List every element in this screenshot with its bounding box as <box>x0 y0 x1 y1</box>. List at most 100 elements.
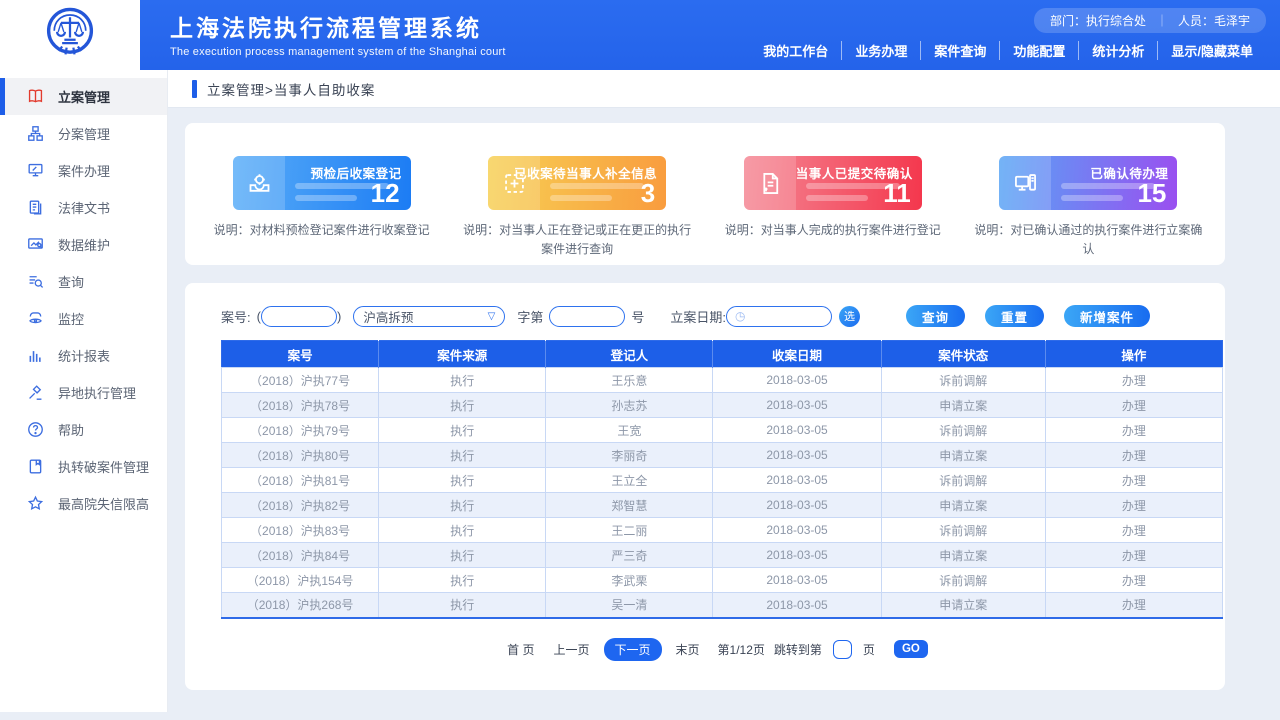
stat-card-confirmed-pending-button[interactable]: 已确认待办理 15 <box>999 156 1177 210</box>
date-pick-button[interactable]: 选 <box>839 306 860 327</box>
cell-registrant: 李丽奇 <box>546 443 713 468</box>
top-nav-item[interactable]: 统计分析 <box>1078 41 1157 60</box>
cell-status: 申请立案 <box>881 493 1045 518</box>
cell-registrant: 郑智慧 <box>546 493 713 518</box>
cell-case-no: （2018）沪执81号 <box>222 468 379 493</box>
breadcrumb-band: 立案管理>当事人自助收案 <box>168 70 1280 108</box>
stat-description: 说明：对材料预检登记案件进行收案登记 <box>206 221 438 240</box>
sidebar-item-case-filing[interactable]: 立案管理 <box>0 78 167 115</box>
handle-link[interactable]: 办理 <box>1045 418 1222 443</box>
sidebar-item-statistics-report[interactable]: 统计报表 <box>0 337 167 374</box>
sidebar-item-label: 查询 <box>58 272 84 291</box>
inbox-target-icon <box>246 170 273 197</box>
sidebar-item-legal-documents[interactable]: 法律文书 <box>0 189 167 226</box>
cell-date: 2018-03-05 <box>713 443 881 468</box>
reset-button[interactable]: 重置 <box>985 305 1044 327</box>
cell-registrant: 孙志苏 <box>546 393 713 418</box>
cell-source: 执行 <box>379 418 546 443</box>
handle-link[interactable]: 办理 <box>1045 593 1222 618</box>
table-row: （2018）沪执84号 执行 严三奇 2018-03-05 申请立案 办理 <box>222 543 1223 568</box>
stat-card-submitted-pending-button[interactable]: 当事人已提交待确认 11 <box>744 156 922 210</box>
sidebar-item-help[interactable]: 帮助 <box>0 411 167 448</box>
handle-link[interactable]: 办理 <box>1045 568 1222 593</box>
handle-link[interactable]: 办理 <box>1045 468 1222 493</box>
sidebar-item-label: 法律文书 <box>58 198 110 217</box>
add-case-button[interactable]: 新增案件 <box>1064 305 1150 327</box>
cell-source: 执行 <box>379 493 546 518</box>
cell-status: 诉前调解 <box>881 368 1045 393</box>
cell-date: 2018-03-05 <box>713 593 881 618</box>
handle-link[interactable]: 办理 <box>1045 368 1222 393</box>
cell-case-no: （2018）沪执80号 <box>222 443 379 468</box>
app-title: 上海法院执行流程管理系统 <box>170 9 506 43</box>
sidebar-item-case-handling[interactable]: 案件办理 <box>0 152 167 189</box>
top-nav-item[interactable]: 我的工作台 <box>750 41 841 60</box>
last-page-link[interactable]: 末页 <box>671 638 705 661</box>
search-button[interactable]: 查询 <box>906 305 965 327</box>
filing-date-input[interactable]: ◷ <box>726 306 832 327</box>
top-nav-item[interactable]: 显示/隐藏菜单 <box>1157 41 1266 60</box>
sidebar-item-label: 分案管理 <box>58 124 110 143</box>
sidebar-item-label: 监控 <box>58 309 84 328</box>
sidebar-item-bankruptcy-transfer[interactable]: 执转破案件管理 <box>0 448 167 485</box>
cell-status: 申请立案 <box>881 593 1045 618</box>
prev-page-link[interactable]: 上一页 <box>549 638 595 661</box>
cell-case-no: （2018）沪执79号 <box>222 418 379 443</box>
breadcrumb: 立案管理>当事人自助收案 <box>207 79 375 99</box>
top-nav-item[interactable]: 业务办理 <box>841 41 920 60</box>
star-icon <box>26 494 45 513</box>
sidebar-item-remote-execution[interactable]: 异地执行管理 <box>0 374 167 411</box>
case-list-panel: 案号: ( ) 沪高拆预 ▽ 字第 号 立案日期: ◷ 选 查询 重置 新增 <box>185 283 1225 690</box>
next-page-button[interactable]: 下一页 <box>604 638 662 661</box>
table-row: （2018）沪执82号 执行 郑智慧 2018-03-05 申请立案 办理 <box>222 493 1223 518</box>
table-row: （2018）沪执81号 执行 王立全 2018-03-05 诉前调解 办理 <box>222 468 1223 493</box>
search-list-icon <box>26 272 45 291</box>
cell-date: 2018-03-05 <box>713 418 881 443</box>
zi-di-label: 字第 <box>517 307 543 326</box>
handle-link[interactable]: 办理 <box>1045 443 1222 468</box>
sidebar-item-case-assignment[interactable]: 分案管理 <box>0 115 167 152</box>
sidebar-item-data-maintenance[interactable]: 数据维护 <box>0 226 167 263</box>
sidebar-item-label: 立案管理 <box>58 87 110 106</box>
handle-link[interactable]: 办理 <box>1045 543 1222 568</box>
court-code-select[interactable]: 沪高拆预 ▽ <box>353 306 505 327</box>
cell-source: 执行 <box>379 443 546 468</box>
handle-link[interactable]: 办理 <box>1045 518 1222 543</box>
stat-card-pre-check-button[interactable]: 预检后收案登记 12 <box>233 156 411 210</box>
case-no-label: 案号: <box>221 307 251 326</box>
cell-case-no: （2018）沪执84号 <box>222 543 379 568</box>
case-no-year-input[interactable] <box>261 306 337 327</box>
first-page-link[interactable]: 首 页 <box>502 638 539 661</box>
sidebar-item-query[interactable]: 查询 <box>0 263 167 300</box>
cell-case-no: （2018）沪执78号 <box>222 393 379 418</box>
jump-prefix-label: 跳转到第 <box>774 641 822 658</box>
cell-date: 2018-03-05 <box>713 368 881 393</box>
top-nav: 我的工作台 业务办理 案件查询 功能配置 统计分析 显示/隐藏菜单 <box>750 41 1266 60</box>
go-button[interactable]: GO <box>894 640 928 658</box>
cell-case-no: （2018）沪执82号 <box>222 493 379 518</box>
sidebar-item-supreme-court-dishonesty[interactable]: 最高院失信限高 <box>0 485 167 522</box>
cell-date: 2018-03-05 <box>713 468 881 493</box>
breadcrumb-accent-bar <box>192 80 197 98</box>
eye-monitor-icon <box>26 309 45 328</box>
person-label: 人员：毛泽宇 <box>1178 12 1250 29</box>
top-nav-item[interactable]: 案件查询 <box>920 41 999 60</box>
handle-link[interactable]: 办理 <box>1045 393 1222 418</box>
cell-source: 执行 <box>379 593 546 618</box>
jump-suffix-label: 页 <box>863 641 875 658</box>
sidebar-item-monitoring[interactable]: 监控 <box>0 300 167 337</box>
cell-registrant: 王宽 <box>546 418 713 443</box>
pagination: 首 页 上一页 下一页 末页 第1/12页 跳转到第 页 GO <box>221 638 1209 661</box>
jump-page-input[interactable] <box>833 640 852 659</box>
cell-case-no: （2018）沪执77号 <box>222 368 379 393</box>
cell-registrant: 王立全 <box>546 468 713 493</box>
case-no-number-input[interactable] <box>549 306 625 327</box>
data-chart-icon <box>26 235 45 254</box>
user-badge: 部门：执行综合处 ｜ 人员：毛泽宇 <box>1034 8 1266 33</box>
stat-card-awaiting-completion-button[interactable]: 已收案待当事人补全信息 3 <box>488 156 666 210</box>
badge-divider: ｜ <box>1156 12 1168 29</box>
stat-card-submitted-pending: 当事人已提交待确认 11 说明：对当事人完成的执行案件进行登记 <box>714 156 952 240</box>
handle-link[interactable]: 办理 <box>1045 493 1222 518</box>
top-nav-item[interactable]: 功能配置 <box>999 41 1078 60</box>
cell-status: 申请立案 <box>881 443 1045 468</box>
